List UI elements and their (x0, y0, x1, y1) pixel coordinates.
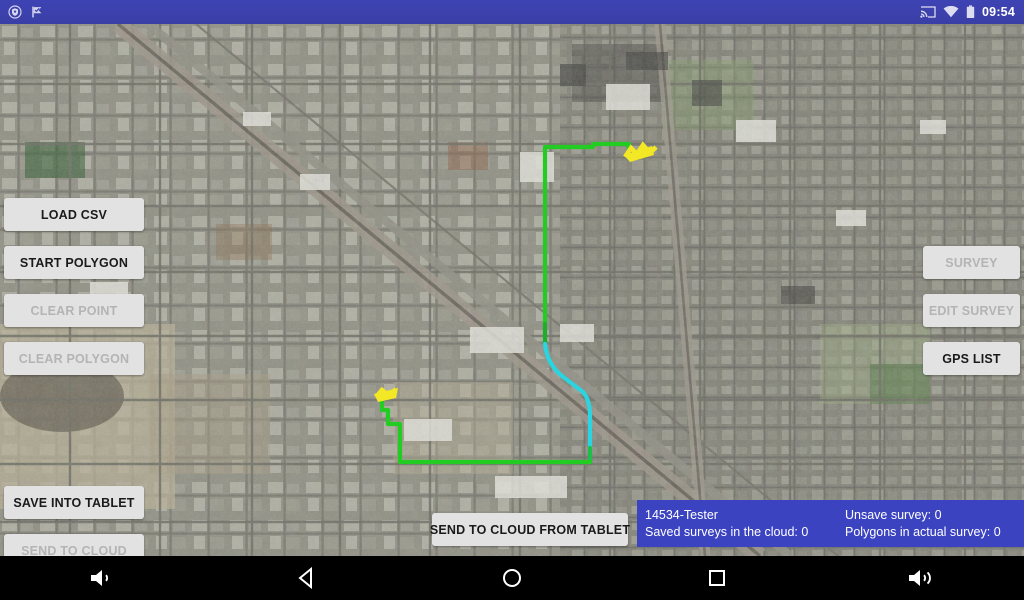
recents-button[interactable] (685, 556, 749, 600)
home-button[interactable] (480, 556, 544, 600)
send-to-cloud-from-tablet-button[interactable]: SEND TO CLOUD FROM TABLET (429, 513, 631, 546)
back-icon (298, 567, 313, 589)
send-to-cloud-from-tablet-button-label: SEND TO CLOUD FROM TABLET (429, 522, 631, 537)
map-view[interactable] (0, 24, 1024, 556)
volume-down-icon (91, 570, 109, 586)
survey-user-label: 14534-Tester (645, 507, 718, 522)
gps-list-button-label: GPS LIST (942, 351, 1001, 366)
status-bar-notification-icons (0, 5, 44, 19)
volume-down-button[interactable] (70, 556, 134, 600)
load-csv-button[interactable]: LOAD CSV (4, 198, 144, 231)
app-root: 09:54 LOAD CSV START POLYGON CLEAR POINT… (0, 0, 1024, 600)
status-bar-clock: 09:54 (982, 5, 1015, 19)
survey-info-column-left: 14534-Tester Saved surveys in the cloud:… (645, 507, 845, 541)
save-into-tablet-button[interactable]: SAVE INTO TABLET (4, 486, 144, 519)
back-button[interactable] (275, 556, 339, 600)
saved-surveys-label: Saved surveys in the cloud: 0 (645, 524, 809, 539)
wifi-icon (943, 6, 959, 18)
home-icon (502, 569, 521, 587)
recents-icon (708, 570, 725, 586)
survey-button-label: SURVEY (945, 255, 998, 270)
status-bar-system-icons: 09:54 (920, 5, 1024, 19)
unsaved-surveys-label: Unsave survey: 0 (845, 507, 942, 522)
clear-point-button-label: CLEAR POINT (30, 303, 118, 318)
clear-polygon-button[interactable]: CLEAR POLYGON (4, 342, 144, 375)
edit-survey-button-label: EDIT SURVEY (928, 303, 1015, 318)
save-into-tablet-button-label: SAVE INTO TABLET (13, 495, 135, 510)
location-badge-icon (8, 5, 22, 19)
survey-info-column-right: Unsave survey: 0 Polygons in actual surv… (845, 507, 1001, 541)
volume-up-button[interactable] (890, 556, 954, 600)
volume-up-icon (908, 570, 931, 586)
satellite-map-image (0, 24, 1024, 556)
load-csv-button-label: LOAD CSV (40, 207, 108, 222)
cast-icon (920, 5, 936, 18)
start-polygon-button-label: START POLYGON (19, 255, 129, 270)
android-navigation-bar (0, 556, 1024, 600)
start-polygon-button[interactable]: START POLYGON (4, 246, 144, 279)
clear-polygon-button-label: CLEAR POLYGON (18, 351, 130, 366)
survey-button[interactable]: SURVEY (923, 246, 1020, 279)
status-bar: 09:54 (0, 0, 1024, 24)
survey-info-panel: 14534-Tester Saved surveys in the cloud:… (637, 500, 1024, 547)
clear-point-button[interactable]: CLEAR POINT (4, 294, 144, 327)
edit-survey-button[interactable]: EDIT SURVEY (923, 294, 1020, 327)
gps-list-button[interactable]: GPS LIST (923, 342, 1020, 375)
flag-check-icon (32, 6, 42, 18)
polygons-count-label: Polygons in actual survey: 0 (845, 524, 1001, 539)
battery-icon (966, 5, 975, 18)
